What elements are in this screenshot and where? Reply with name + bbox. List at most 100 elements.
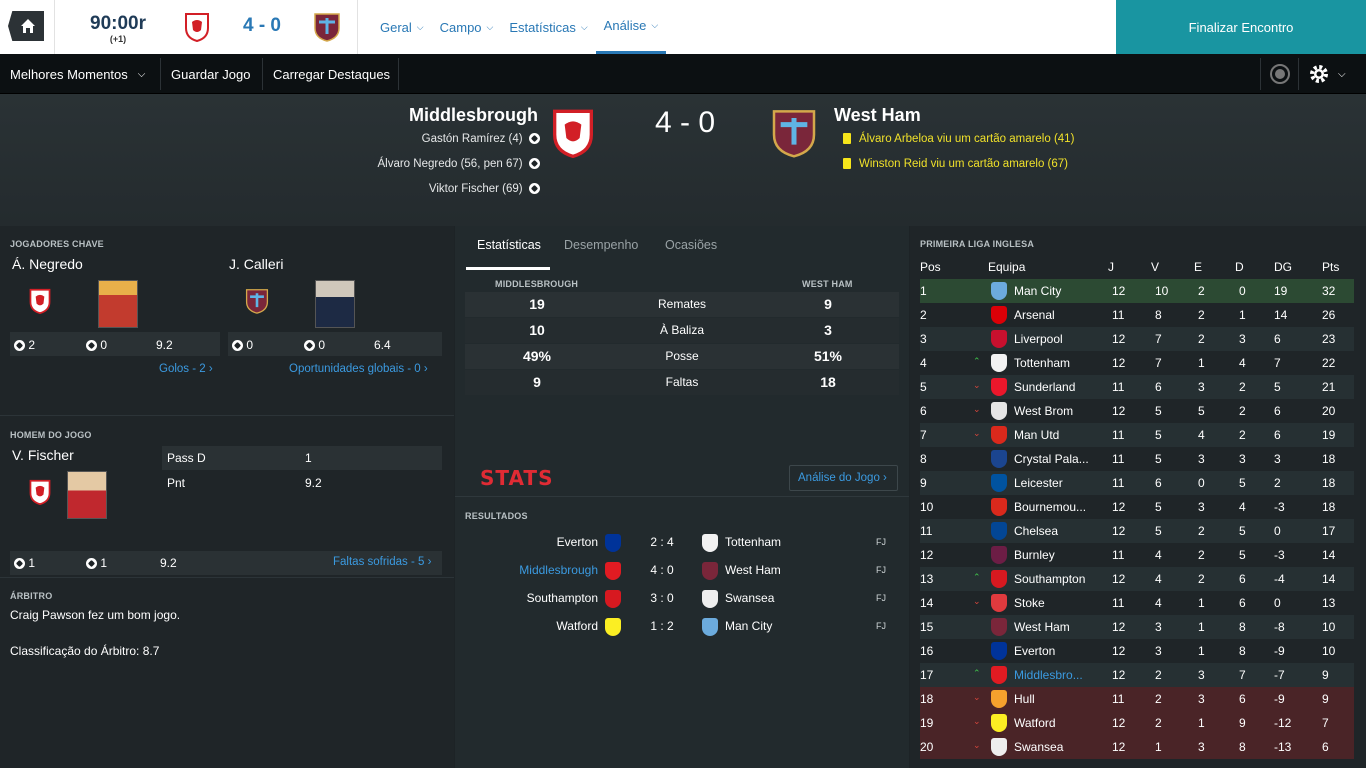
team-crest-icon — [991, 426, 1007, 444]
tab-desempenho[interactable]: Desempenho — [564, 238, 638, 252]
away-event: Winston Reid viu um cartão amarelo (67) — [843, 158, 1068, 170]
result-score: 1 : 2 — [650, 619, 674, 633]
league-row[interactable]: 10 Bournemou... 12 5 3 4 -3 18 — [920, 495, 1354, 519]
league-row[interactable]: 20 ⌄ Swansea 12 1 3 8 -13 6 — [920, 735, 1354, 759]
league-team[interactable]: Everton — [1014, 644, 1055, 658]
gear-icon — [1310, 65, 1328, 83]
match-analysis-button[interactable]: Análise do Jogo › — [789, 465, 898, 491]
tab-estatisticas[interactable]: Estatísticas — [477, 238, 541, 252]
league-team[interactable]: Burnley — [1014, 548, 1055, 562]
league-row[interactable]: 8 Crystal Pala... 11 5 3 3 3 18 — [920, 447, 1354, 471]
arrow-down-icon: ⌄ — [973, 428, 981, 438]
load-highlights-button[interactable]: Carregar Destaques — [273, 54, 390, 94]
league-title: PRIMEIRA LIGA INGLESA — [920, 239, 1035, 249]
ball-icon — [529, 183, 540, 195]
tab-ocasioes[interactable]: Ocasiões — [665, 238, 717, 252]
league-j: 12 — [1112, 740, 1126, 754]
home-button[interactable] — [8, 11, 44, 41]
league-team[interactable]: Sunderland — [1014, 380, 1075, 394]
middlesbrough-crest-icon — [549, 108, 597, 161]
league-team[interactable]: Arsenal — [1014, 308, 1055, 322]
league-d: 4 — [1239, 500, 1246, 514]
league-team[interactable]: Southampton — [1014, 572, 1085, 586]
nav-estatisticas[interactable]: Estatísticas ⌵ — [501, 0, 595, 54]
result-away[interactable]: Tottenham — [725, 535, 781, 549]
league-pts: 10 — [1322, 644, 1336, 658]
goals-link[interactable]: Golos - 2 › — [159, 363, 213, 375]
league-team[interactable]: Liverpool — [1014, 332, 1063, 346]
league-team[interactable]: Middlesbro... — [1014, 668, 1083, 682]
league-v: 6 — [1155, 380, 1162, 394]
league-row[interactable]: 6 ⌄ West Brom 12 5 5 2 6 20 — [920, 399, 1354, 423]
league-row[interactable]: 2 Arsenal 11 8 2 1 14 26 — [920, 303, 1354, 327]
league-team[interactable]: Chelsea — [1014, 524, 1058, 538]
settings-menu[interactable]: ⌵ — [1308, 54, 1346, 94]
league-row[interactable]: 1 Man City 12 10 2 0 19 32 — [920, 279, 1354, 303]
arrow-down-icon: ⌄ — [973, 380, 981, 390]
rating-stat: 9.2 — [156, 338, 173, 352]
nav-analise[interactable]: Análise ⌵ — [595, 0, 667, 54]
league-team[interactable]: Hull — [1014, 692, 1035, 706]
nav-geral[interactable]: Geral ⌵ — [372, 0, 432, 54]
league-row[interactable]: 16 Everton 12 3 1 8 -9 10 — [920, 639, 1354, 663]
league-v: 5 — [1155, 404, 1162, 418]
league-j: 11 — [1112, 692, 1125, 706]
league-dg: 7 — [1274, 356, 1281, 370]
team-crest-icon — [991, 642, 1007, 660]
key-players-title: JOGADORES CHAVE — [10, 239, 104, 249]
league-row[interactable]: 15 West Ham 12 3 1 8 -8 10 — [920, 615, 1354, 639]
league-row[interactable]: 4 ⌃ Tottenham 12 7 1 4 7 22 — [920, 351, 1354, 375]
record-icon[interactable] — [1269, 54, 1291, 94]
save-game-button[interactable]: Guardar Jogo — [171, 54, 251, 94]
result-away[interactable]: Swansea — [725, 591, 774, 605]
league-team[interactable]: Bournemou... — [1014, 500, 1086, 514]
assists-stat: 1 — [86, 556, 107, 570]
league-e: 2 — [1198, 308, 1205, 322]
ball-icon — [529, 133, 540, 145]
league-row[interactable]: 18 ⌄ Hull 11 2 3 6 -9 9 — [920, 687, 1354, 711]
league-team[interactable]: Man Utd — [1014, 428, 1059, 442]
nav-campo[interactable]: Campo ⌵ — [432, 0, 502, 54]
league-team[interactable]: Tottenham — [1014, 356, 1070, 370]
league-row[interactable]: 3 Liverpool 12 7 2 3 6 23 — [920, 327, 1354, 351]
league-row[interactable]: 13 ⌃ Southampton 12 4 2 6 -4 14 — [920, 567, 1354, 591]
result-home[interactable]: Southampton — [465, 591, 598, 605]
league-dg: -3 — [1274, 500, 1285, 514]
result-away[interactable]: Man City — [725, 619, 772, 633]
league-row[interactable]: 5 ⌄ Sunderland 11 6 3 2 5 21 — [920, 375, 1354, 399]
league-team[interactable]: Stoke — [1014, 596, 1045, 610]
highlights-menu[interactable]: Melhores Momentos ⌵ — [10, 54, 145, 94]
league-team[interactable]: Leicester — [1014, 476, 1063, 490]
league-e: 1 — [1198, 716, 1205, 730]
league-row[interactable]: 9 Leicester 11 6 0 5 2 18 — [920, 471, 1354, 495]
league-team[interactable]: Crystal Pala... — [1014, 452, 1089, 466]
league-j: 12 — [1112, 572, 1126, 586]
league-d: 9 — [1239, 716, 1246, 730]
league-team[interactable]: Swansea — [1014, 740, 1063, 754]
result-home[interactable]: Watford — [465, 619, 598, 633]
league-row[interactable]: 7 ⌄ Man Utd 11 5 4 2 6 19 — [920, 423, 1354, 447]
league-j: 11 — [1112, 380, 1125, 394]
league-team[interactable]: Watford — [1014, 716, 1056, 730]
league-pos: 1 — [920, 284, 927, 298]
league-team[interactable]: West Ham — [1014, 620, 1070, 634]
league-team[interactable]: Man City — [1014, 284, 1061, 298]
league-row[interactable]: 14 ⌄ Stoke 11 4 1 6 0 13 — [920, 591, 1354, 615]
league-dg: 3 — [1274, 452, 1281, 466]
chevron-right-icon: › — [883, 472, 887, 484]
result-home[interactable]: Everton — [465, 535, 598, 549]
league-row[interactable]: 19 ⌄ Watford 12 2 1 9 -12 7 — [920, 711, 1354, 735]
league-row[interactable]: 17 ⌃ Middlesbro... 12 2 3 7 -7 9 — [920, 663, 1354, 687]
league-team[interactable]: West Brom — [1014, 404, 1073, 418]
fouls-link[interactable]: Faltas sofridas - 5 › — [333, 556, 431, 568]
player-photo — [315, 280, 355, 328]
chevron-down-icon: ⌵ — [416, 21, 424, 32]
league-row[interactable]: 12 Burnley 11 4 2 5 -3 14 — [920, 543, 1354, 567]
finish-match-button[interactable]: Finalizar Encontro — [1116, 0, 1366, 54]
chances-link[interactable]: Oportunidades globais - 0 › — [289, 363, 428, 375]
result-home[interactable]: Middlesbrough — [465, 563, 598, 577]
league-v: 7 — [1155, 356, 1162, 370]
referee-rating: Classificação do Árbitro: 8.7 — [10, 644, 160, 658]
result-away[interactable]: West Ham — [725, 563, 781, 577]
league-row[interactable]: 11 Chelsea 12 5 2 5 0 17 — [920, 519, 1354, 543]
